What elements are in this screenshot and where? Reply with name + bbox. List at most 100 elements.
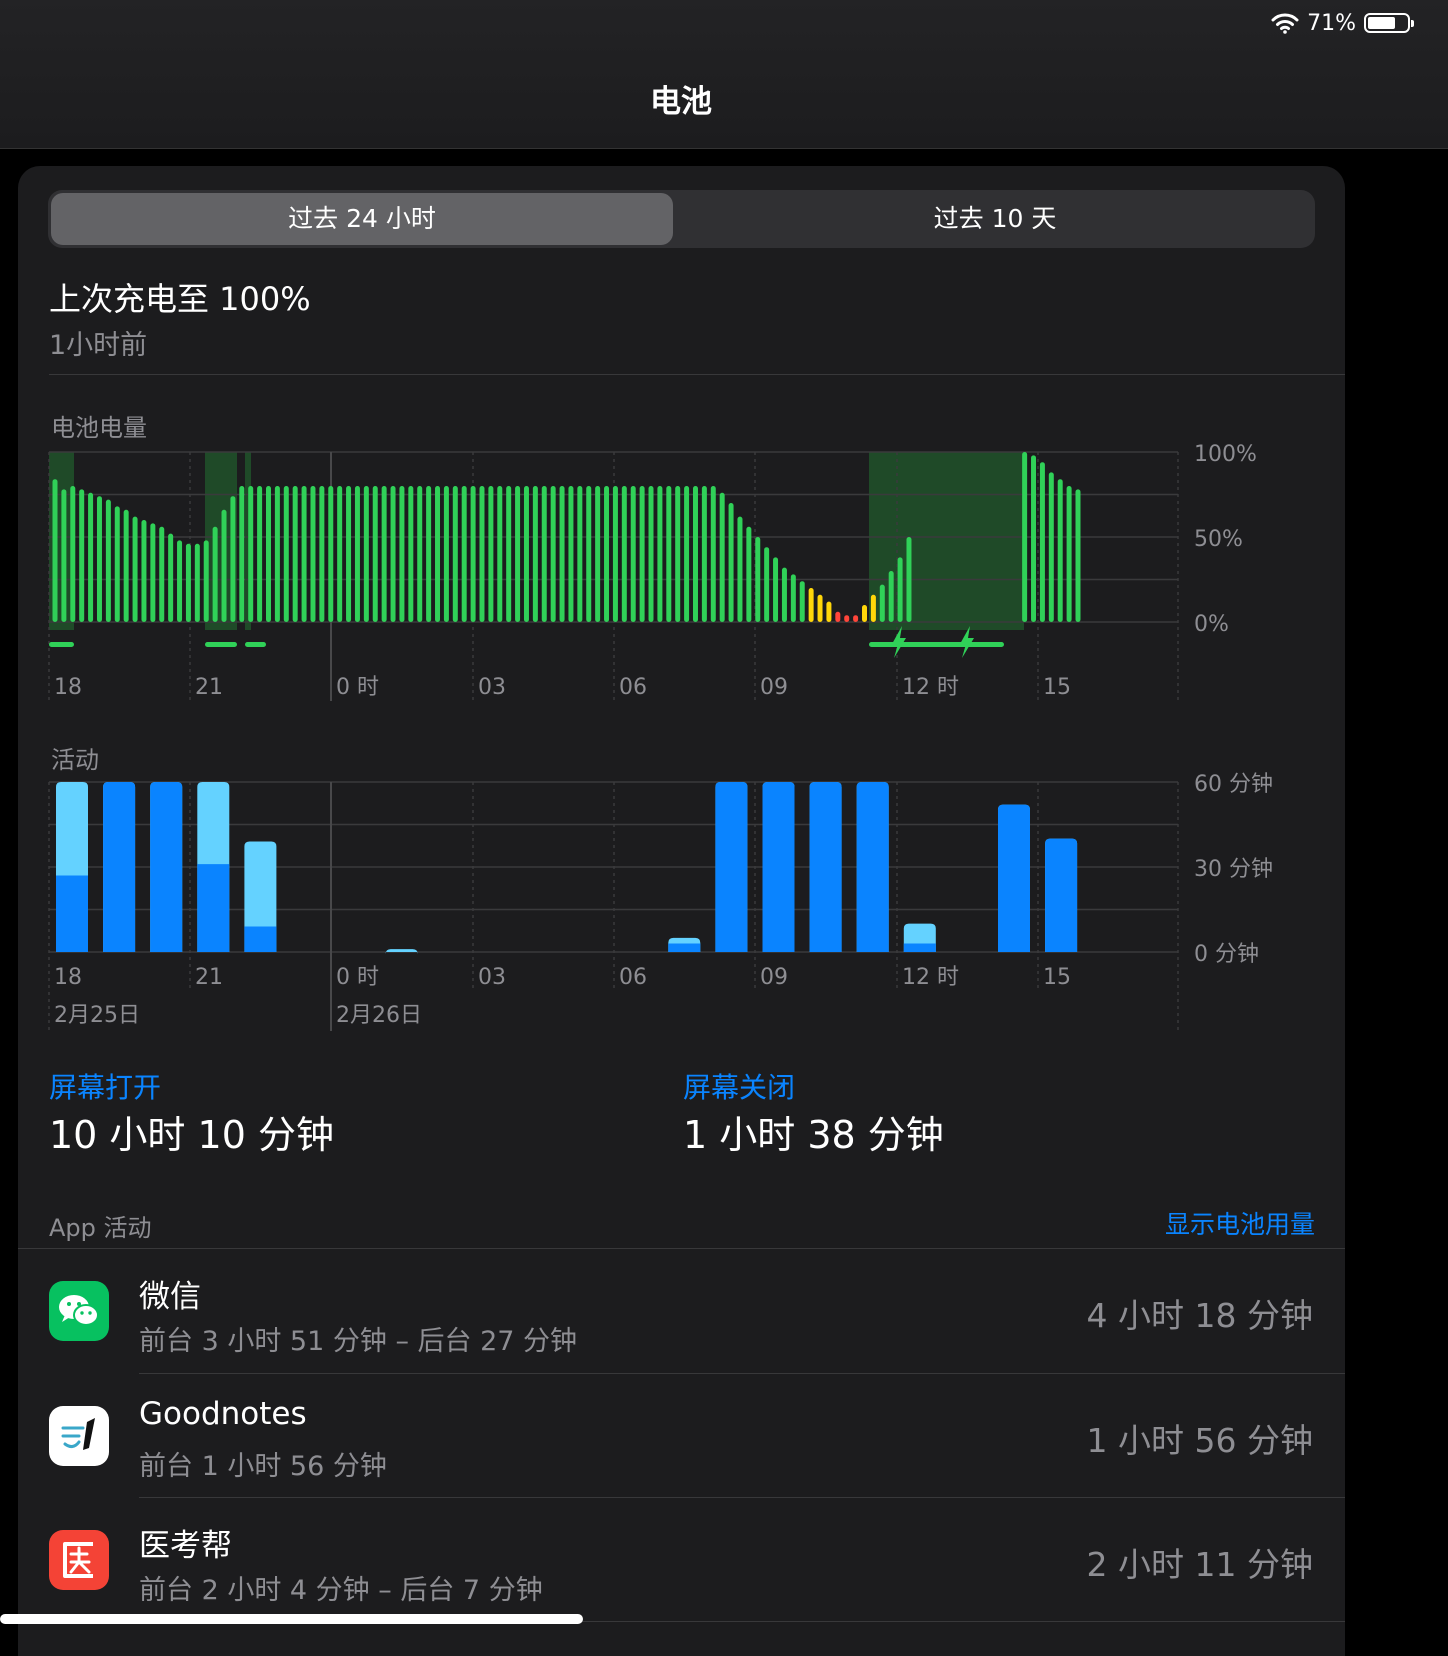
battery-level-chart: 100% 50% 0% 18 21 0 时 03 06 09 12 时 15 <box>48 442 1257 701</box>
battery-bar <box>550 486 556 622</box>
battery-bar <box>870 594 876 622</box>
goodnotes-icon <box>49 1406 109 1466</box>
screen-on-label: 屏幕打开 <box>49 1071 162 1104</box>
x-tick-label: 18 <box>54 965 82 990</box>
screen-off-label: 屏幕关闭 <box>683 1071 796 1104</box>
battery-bar <box>88 492 94 622</box>
battery-bar <box>417 486 423 622</box>
battery-bar <box>1022 452 1028 622</box>
battery-bar <box>657 486 663 622</box>
date-label: 2月25日 <box>54 1003 140 1028</box>
battery-bar <box>1039 462 1045 622</box>
x-tick-label: 15 <box>1043 675 1071 700</box>
battery-bar <box>319 486 325 622</box>
battery-bar <box>52 479 58 622</box>
activity-bar-foreground <box>762 782 795 952</box>
battery-bar <box>692 486 698 622</box>
battery-bar <box>577 486 583 622</box>
show-battery-usage-link[interactable]: 显示电池用量 <box>1165 1205 1315 1241</box>
battery-bar <box>337 486 343 622</box>
activity-bar-foreground <box>715 782 748 952</box>
app-row-wechat[interactable]: 微信 前台 3 小时 51 分钟 – 后台 27 分钟 4 小时 18 分钟 <box>18 1249 1345 1373</box>
screen-on-value: 10 小时 10 分钟 <box>49 1113 334 1157</box>
battery-bar <box>497 486 503 622</box>
battery-card: 过去 24 小时 过去 10 天 上次充电至 100% 1小时前 电池电量 10… <box>18 166 1345 1656</box>
battery-bar <box>1048 472 1054 622</box>
battery-bar <box>354 486 360 622</box>
battery-bar <box>363 486 369 622</box>
activity-bar-foreground <box>150 782 183 952</box>
activity-bar-foreground <box>903 943 936 952</box>
battery-bar <box>435 486 441 622</box>
battery-bar <box>506 486 512 622</box>
battery-bar <box>79 489 85 622</box>
activity-bar-foreground <box>103 782 136 952</box>
battery-bar <box>1075 489 1081 622</box>
app-activity-header: App 活动 <box>49 1214 152 1242</box>
battery-bar <box>301 486 307 622</box>
battery-bar <box>790 574 796 622</box>
battery-bar <box>897 557 903 622</box>
charging-indicator <box>205 642 237 647</box>
home-indicator[interactable] <box>0 1614 583 1624</box>
battery-bar <box>612 486 618 622</box>
battery-bar <box>648 486 654 622</box>
x-tick-label: 18 <box>54 675 82 700</box>
battery-bar <box>292 486 298 622</box>
battery-bar <box>621 486 627 622</box>
battery-bar <box>604 486 610 622</box>
battery-bar <box>523 486 529 622</box>
activity-bar-foreground <box>56 875 88 952</box>
x-tick-label: 03 <box>478 965 506 990</box>
battery-bar <box>666 486 672 622</box>
battery-bar <box>194 543 200 622</box>
battery-bar <box>835 611 841 622</box>
battery-bar <box>755 537 761 622</box>
battery-bar <box>639 486 645 622</box>
battery-bar <box>746 526 752 622</box>
battery-bar <box>328 486 334 622</box>
y-tick-label: 60 分钟 <box>1194 772 1273 797</box>
battery-bar <box>817 594 823 622</box>
charging-indicator <box>245 642 266 647</box>
battery-bar <box>390 486 396 622</box>
battery-bar <box>61 489 67 622</box>
battery-bar <box>408 486 414 622</box>
battery-bar <box>96 496 102 622</box>
app-total-time: 4 小时 18 分钟 <box>1086 1296 1313 1335</box>
app-total-time: 2 小时 11 分钟 <box>1086 1545 1313 1584</box>
navigation-bar: 71% 电池 <box>0 0 1448 149</box>
app-row-goodnotes[interactable]: Goodnotes 前台 1 小时 56 分钟 1 小时 56 分钟 <box>18 1374 1345 1498</box>
battery-bar <box>159 526 165 622</box>
x-tick-label: 0 时 <box>336 675 379 700</box>
app-name: 医考帮 <box>139 1528 232 1564</box>
battery-bar <box>675 486 681 622</box>
battery-bar <box>773 557 779 622</box>
battery-bar <box>479 486 485 622</box>
x-tick-label: 03 <box>478 675 506 700</box>
date-label: 2月26日 <box>336 1003 422 1028</box>
x-tick-label: 12 时 <box>902 675 959 700</box>
app-row-yikaobang[interactable]: 医考帮 前台 2 小时 4 分钟 – 后台 7 分钟 2 小时 11 分钟 <box>18 1498 1345 1622</box>
battery-bar <box>399 486 405 622</box>
battery-bar <box>764 547 770 622</box>
y-tick-label: 0 分钟 <box>1194 942 1259 967</box>
app-detail: 前台 2 小时 4 分钟 – 后台 7 分钟 <box>139 1575 543 1606</box>
charging-indicator <box>49 642 74 647</box>
segment-last-24-hours[interactable]: 过去 24 小时 <box>51 193 673 245</box>
battery-bar <box>310 486 316 622</box>
x-tick-label: 21 <box>195 965 223 990</box>
battery-bar <box>488 486 494 622</box>
battery-bar <box>532 486 538 622</box>
status-bar: 71% <box>1271 10 1414 36</box>
battery-bar <box>781 567 787 622</box>
battery-bar <box>221 509 227 622</box>
battery-bar <box>461 486 467 622</box>
y-tick-label: 0% <box>1194 612 1229 637</box>
segment-last-10-days[interactable]: 过去 10 天 <box>678 193 1312 245</box>
x-tick-label: 0 时 <box>336 965 379 990</box>
battery-bar <box>1057 479 1063 622</box>
battery-bar <box>799 581 805 622</box>
battery-bar <box>274 486 280 622</box>
battery-bar <box>826 601 832 622</box>
